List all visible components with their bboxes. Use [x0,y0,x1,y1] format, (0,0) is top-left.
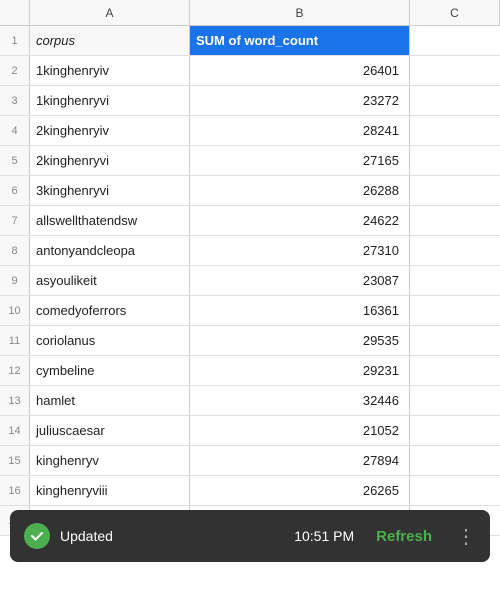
header-corpus-cell[interactable]: corpus [30,26,190,55]
table-row: 8antonyandcleopa27310 [0,236,500,266]
toast-refresh-button[interactable]: Refresh [376,528,432,545]
c-cell [410,476,500,505]
wordcount-cell[interactable]: 32446 [190,386,410,415]
c-cell [410,296,500,325]
table-row: 15kinghenryv27894 [0,446,500,476]
row-num-cell: 10 [0,296,30,325]
table-row: 11coriolanus29535 [0,326,500,356]
row-num-cell: 14 [0,416,30,445]
wordcount-cell[interactable]: 26288 [190,176,410,205]
c-cell [410,386,500,415]
row-num-cell: 11 [0,326,30,355]
row-num-cell: 15 [0,446,30,475]
c-cell [410,416,500,445]
wordcount-cell[interactable]: 24622 [190,206,410,235]
wordcount-cell[interactable]: 23087 [190,266,410,295]
table-row: 16kinghenryviii26265 [0,476,500,506]
wordcount-cell[interactable]: 28241 [190,116,410,145]
toast-check-icon [24,523,50,549]
toast-more-button[interactable]: ⋮ [456,524,476,549]
corpus-cell[interactable]: 1kinghenryvi [30,86,190,115]
corpus-cell[interactable]: hamlet [30,386,190,415]
corpus-cell[interactable]: juliuscaesar [30,416,190,445]
row-num-cell: 9 [0,266,30,295]
table-row: 13hamlet32446 [0,386,500,416]
table-row: 9asyoulikeit23087 [0,266,500,296]
wordcount-cell[interactable]: 29535 [190,326,410,355]
corpus-cell[interactable]: 1kinghenryiv [30,56,190,85]
table-body: 21kinghenryiv2640131kinghenryvi2327242ki… [0,56,500,506]
table-row: 52kinghenryvi27165 [0,146,500,176]
table-row: 12cymbeline29231 [0,356,500,386]
row-num-cell: 6 [0,176,30,205]
table-row: 42kinghenryiv28241 [0,116,500,146]
c-cell [410,206,500,235]
wordcount-cell[interactable]: 27894 [190,446,410,475]
c-cell [410,236,500,265]
col-header-c: C [410,0,500,26]
corpus-cell[interactable]: 2kinghenryvi [30,146,190,175]
row-num-header-cell: 1 [0,26,30,55]
col-header-b: B [190,0,410,26]
header-c-cell [410,26,500,55]
corpus-cell[interactable]: cymbeline [30,356,190,385]
c-cell [410,116,500,145]
row-num-cell: 5 [0,146,30,175]
header-wordcount-cell: SUM of word_count [190,26,410,55]
corpus-cell[interactable]: kinghenryv [30,446,190,475]
col-header-a: A [30,0,190,26]
toast-time-label: 10:51 PM [294,528,354,544]
wordcount-cell[interactable]: 26401 [190,56,410,85]
row-num-cell: 16 [0,476,30,505]
corpus-cell[interactable]: antonyandcleopa [30,236,190,265]
wordcount-cell[interactable]: 21052 [190,416,410,445]
row-num-cell: 7 [0,206,30,235]
corpus-cell[interactable]: asyoulikeit [30,266,190,295]
table-row: 31kinghenryvi23272 [0,86,500,116]
table-row: 10comedyoferrors16361 [0,296,500,326]
c-cell [410,86,500,115]
c-cell [410,356,500,385]
c-cell [410,146,500,175]
column-headers: A B C [0,0,500,26]
row-num-cell: 13 [0,386,30,415]
table-row: 63kinghenryvi26288 [0,176,500,206]
table-row: 7allswellthatendsw24622 [0,206,500,236]
wordcount-cell[interactable]: 27165 [190,146,410,175]
wordcount-cell[interactable]: 29231 [190,356,410,385]
data-header-row: 1 corpus SUM of word_count [0,26,500,56]
wordcount-cell[interactable]: 23272 [190,86,410,115]
row-num-cell: 8 [0,236,30,265]
table-row: 21kinghenryiv26401 [0,56,500,86]
row-num-cell: 2 [0,56,30,85]
c-cell [410,56,500,85]
corpus-cell[interactable]: coriolanus [30,326,190,355]
wordcount-cell[interactable]: 26265 [190,476,410,505]
toast-notification: Updated 10:51 PM Refresh ⋮ [10,510,490,562]
spreadsheet: A B C 1 corpus SUM of word_count 21kingh… [0,0,500,598]
c-cell [410,326,500,355]
row-num-cell: 3 [0,86,30,115]
corpus-cell[interactable]: comedyoferrors [30,296,190,325]
c-cell [410,176,500,205]
row-num-cell: 12 [0,356,30,385]
c-cell [410,446,500,475]
row-num-cell: 4 [0,116,30,145]
toast-status-label: Updated [60,528,284,544]
table-row: 14juliuscaesar21052 [0,416,500,446]
wordcount-cell[interactable]: 16361 [190,296,410,325]
wordcount-cell[interactable]: 27310 [190,236,410,265]
corpus-cell[interactable]: allswellthatendsw [30,206,190,235]
c-cell [410,266,500,295]
corpus-cell[interactable]: 3kinghenryvi [30,176,190,205]
corpus-cell[interactable]: 2kinghenryiv [30,116,190,145]
corpus-cell[interactable]: kinghenryviii [30,476,190,505]
row-num-header [0,0,30,25]
